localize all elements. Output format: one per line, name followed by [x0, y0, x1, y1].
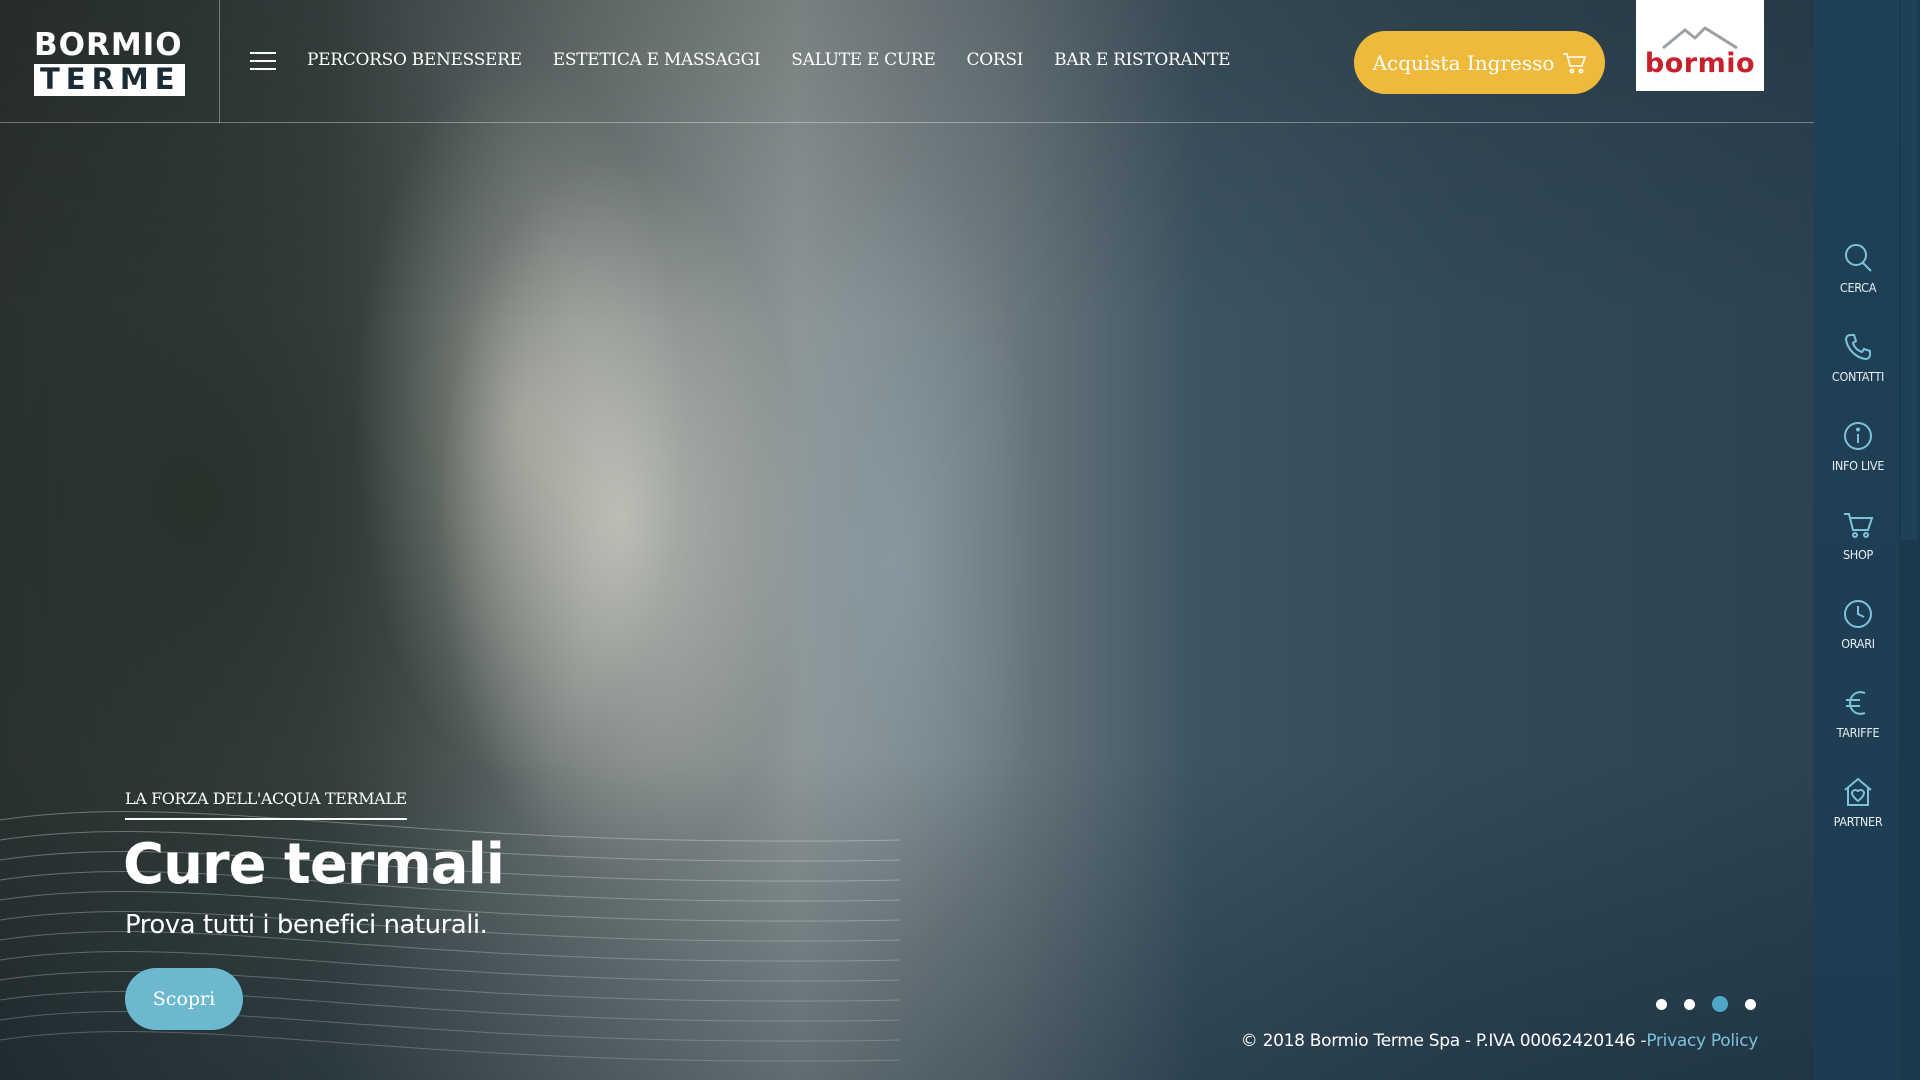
scrollbar[interactable] [1899, 0, 1920, 1080]
sidebar-item-cerca[interactable]: CERCA [1814, 242, 1902, 295]
search-icon [1845, 244, 1872, 272]
buy-ticket-label: Acquista Ingresso [1372, 50, 1555, 75]
buy-ticket-button[interactable]: Acquista Ingresso [1354, 31, 1605, 94]
nav-item-salute-cure[interactable]: SALUTE E CURE [791, 50, 936, 70]
slider-dot-2[interactable] [1684, 998, 1695, 1010]
sidebar-item-orari[interactable]: ORARI [1814, 598, 1902, 651]
cart-icon [1563, 52, 1587, 73]
sidebar-item-partner[interactable]: PARTNER [1814, 776, 1902, 829]
discover-button[interactable]: Scopri [125, 968, 243, 1030]
top-header: BORMIO TERME PERCORSO BENESSERE ESTETICA… [0, 0, 1814, 123]
nav-item-percorso-benessere[interactable]: PERCORSO BENESSERE [307, 50, 522, 70]
scrollbar-thumb[interactable] [1901, 0, 1918, 540]
slider-dot-4[interactable] [1745, 998, 1756, 1010]
nav-item-estetica-massaggi[interactable]: ESTETICA E MASSAGGI [553, 50, 761, 70]
bormio-partner-logo[interactable]: bormio [1636, 0, 1764, 91]
sidebar-item-label: SHOP [1842, 547, 1874, 562]
slider-pagination [1656, 996, 1756, 1012]
sidebar-item-tariffe[interactable]: TARIFFE [1814, 687, 1902, 740]
hero-title: Cure termali [123, 832, 505, 897]
nav-item-bar-ristorante[interactable]: BAR E RISTORANTE [1054, 50, 1230, 70]
clock-icon [1844, 600, 1872, 628]
hero-subtitle: Prova tutti i benefici naturali. [125, 910, 488, 940]
hero-eyebrow: LA FORZA DELL'ACQUA TERMALE [125, 789, 407, 820]
logo-text-top: BORMIO [34, 27, 183, 63]
home-heart-icon [1844, 777, 1872, 806]
slider-dot-1[interactable] [1656, 998, 1667, 1010]
copyright-text: © 2018 Bormio Terme Spa - P.IVA 00062420… [1240, 1031, 1647, 1051]
phone-icon [1844, 334, 1871, 361]
slider-dot-3-active[interactable] [1712, 996, 1728, 1012]
bormio-logo-text: bormio [1644, 48, 1756, 79]
sidebar-item-label: TARIFFE [1836, 725, 1880, 740]
footer-copyright: © 2018 Bormio Terme Spa - P.IVA 00062420… [1240, 1031, 1759, 1051]
sidebar-item-label: CERCA [1839, 280, 1877, 295]
info-icon [1844, 422, 1872, 450]
sidebar-item-contatti[interactable]: CONTATTI [1814, 331, 1902, 384]
mountain-icon [1662, 26, 1738, 50]
bormio-terme-logo[interactable]: BORMIO TERME [34, 30, 185, 96]
euro-icon [1846, 691, 1866, 715]
cart-icon [1844, 513, 1874, 538]
sidebar-item-shop[interactable]: SHOP [1814, 509, 1902, 562]
logo-text-bottom: TERME [34, 64, 185, 96]
sidebar-item-label: ORARI [1841, 636, 1875, 651]
right-sidebar: CERCA CONTATTI INFO LIVE SHOP ORARI TARI… [1814, 0, 1920, 1080]
sidebar-item-info-live[interactable]: INFO LIVE [1814, 420, 1902, 473]
nav-item-corsi[interactable]: CORSI [967, 50, 1024, 70]
privacy-policy-link[interactable]: Privacy Policy [1646, 1031, 1758, 1051]
main-nav: PERCORSO BENESSERE ESTETICA E MASSAGGI S… [307, 50, 1231, 70]
logo-container: BORMIO TERME [0, 0, 220, 123]
sidebar-item-label: INFO LIVE [1831, 458, 1885, 473]
sidebar-item-label: CONTATTI [1831, 369, 1885, 384]
sidebar-item-label: PARTNER [1833, 814, 1883, 829]
hamburger-menu-icon[interactable] [250, 52, 276, 70]
